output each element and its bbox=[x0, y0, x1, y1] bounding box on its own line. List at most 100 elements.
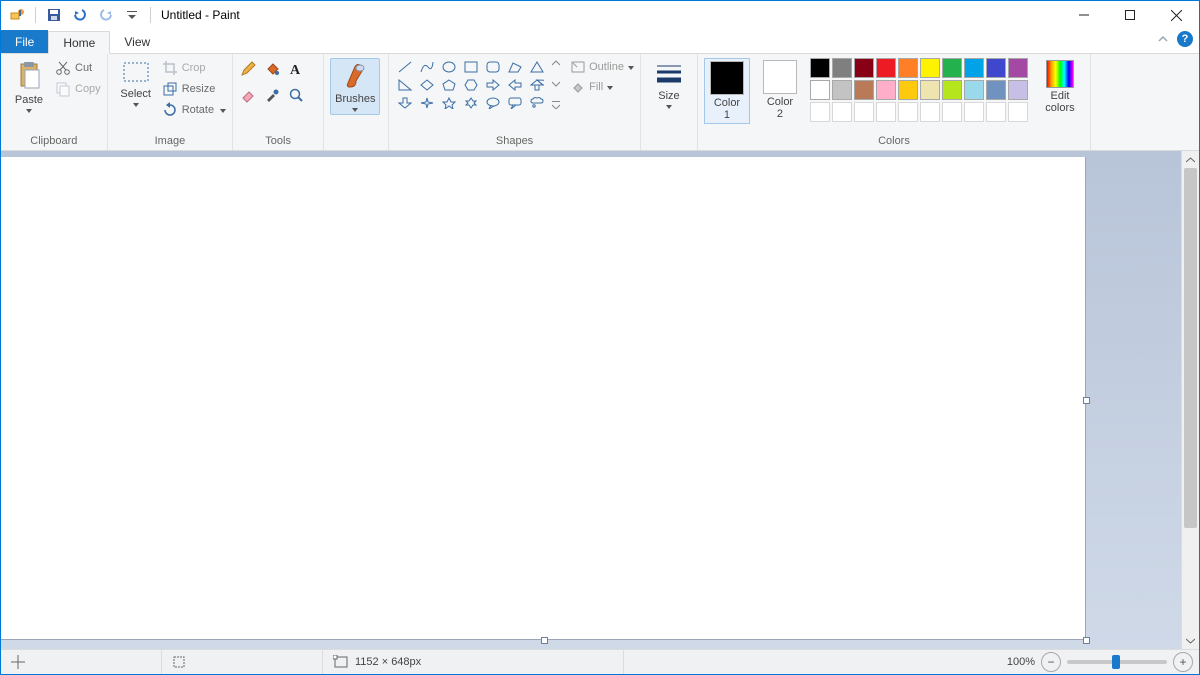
zoom-out-button[interactable]: − bbox=[1041, 652, 1061, 672]
scroll-up-icon[interactable] bbox=[1182, 151, 1199, 168]
copy-button[interactable]: Copy bbox=[55, 79, 101, 99]
color-swatch[interactable] bbox=[986, 80, 1006, 100]
shape-curve-icon[interactable] bbox=[419, 60, 435, 74]
shape-right-triangle-icon[interactable] bbox=[397, 78, 413, 92]
shape-arrow-down-icon[interactable] bbox=[397, 96, 413, 110]
color-swatch[interactable] bbox=[920, 102, 940, 122]
save-icon[interactable] bbox=[44, 5, 64, 25]
color-picker-tool-icon[interactable] bbox=[263, 86, 281, 104]
shape-star6-icon[interactable] bbox=[463, 96, 479, 110]
shapes-scroll-down-icon[interactable] bbox=[551, 79, 561, 89]
cut-button[interactable]: Cut bbox=[55, 58, 101, 78]
help-icon[interactable]: ? bbox=[1177, 31, 1193, 47]
color-swatch[interactable] bbox=[832, 80, 852, 100]
resize-handle-e[interactable] bbox=[1083, 397, 1090, 404]
shape-oval-icon[interactable] bbox=[441, 60, 457, 74]
app-icon[interactable] bbox=[7, 5, 27, 25]
color-swatch[interactable] bbox=[942, 102, 962, 122]
brushes-button[interactable]: Brushes bbox=[330, 58, 380, 115]
zoom-slider-thumb[interactable] bbox=[1112, 655, 1120, 669]
color-swatch[interactable] bbox=[898, 102, 918, 122]
magnifier-tool-icon[interactable] bbox=[287, 86, 305, 104]
rotate-button[interactable]: Rotate bbox=[162, 100, 226, 120]
fill-tool-icon[interactable] bbox=[263, 60, 281, 78]
pencil-tool-icon[interactable] bbox=[239, 60, 257, 78]
color-swatch[interactable] bbox=[964, 58, 984, 78]
shape-hexagon-icon[interactable] bbox=[463, 78, 479, 92]
color-swatch[interactable] bbox=[876, 80, 896, 100]
color-swatch[interactable] bbox=[810, 58, 830, 78]
color-swatch[interactable] bbox=[832, 58, 852, 78]
color-swatch[interactable] bbox=[898, 58, 918, 78]
resize-handle-s[interactable] bbox=[541, 637, 548, 644]
color-swatch[interactable] bbox=[964, 102, 984, 122]
color-swatch[interactable] bbox=[986, 58, 1006, 78]
color-swatch[interactable] bbox=[1008, 58, 1028, 78]
color-swatch[interactable] bbox=[810, 102, 830, 122]
shape-polygon-icon[interactable] bbox=[507, 60, 523, 74]
text-tool-icon[interactable]: A bbox=[287, 60, 305, 78]
maximize-button[interactable] bbox=[1107, 1, 1153, 29]
color1-button[interactable]: Color 1 bbox=[704, 58, 750, 124]
color-swatch[interactable] bbox=[854, 58, 874, 78]
color-swatch[interactable] bbox=[876, 58, 896, 78]
color-swatch[interactable] bbox=[920, 58, 940, 78]
tab-file[interactable]: File bbox=[1, 30, 48, 53]
shape-fill-button[interactable]: Fill bbox=[571, 78, 634, 96]
vertical-scrollbar[interactable] bbox=[1181, 151, 1199, 649]
tab-home[interactable]: Home bbox=[48, 31, 110, 54]
close-button[interactable] bbox=[1153, 1, 1199, 29]
color-swatch[interactable] bbox=[876, 102, 896, 122]
scroll-down-icon[interactable] bbox=[1182, 632, 1199, 649]
shapes-gallery[interactable] bbox=[395, 58, 549, 114]
color-swatch[interactable] bbox=[854, 80, 874, 100]
resize-handle-se[interactable] bbox=[1083, 637, 1090, 644]
paste-button[interactable]: Paste bbox=[7, 58, 51, 115]
undo-icon[interactable] bbox=[70, 5, 90, 25]
shape-star5-icon[interactable] bbox=[441, 96, 457, 110]
shape-callout-round-icon[interactable] bbox=[485, 96, 501, 110]
shape-line-icon[interactable] bbox=[397, 60, 413, 74]
shape-triangle-icon[interactable] bbox=[529, 60, 545, 74]
zoom-slider[interactable] bbox=[1067, 660, 1167, 664]
color-swatch[interactable] bbox=[964, 80, 984, 100]
select-button[interactable]: Select bbox=[114, 58, 158, 109]
shapes-expand-icon[interactable] bbox=[551, 100, 561, 110]
shape-arrow-left-icon[interactable] bbox=[507, 78, 523, 92]
shape-callout-cloud-icon[interactable] bbox=[529, 96, 545, 110]
shape-pentagon-icon[interactable] bbox=[441, 78, 457, 92]
eraser-tool-icon[interactable] bbox=[239, 86, 257, 104]
shape-arrow-up-icon[interactable] bbox=[529, 78, 545, 92]
redo-icon[interactable] bbox=[96, 5, 116, 25]
color-swatch[interactable] bbox=[898, 80, 918, 100]
color-swatch[interactable] bbox=[810, 80, 830, 100]
shape-callout-rect-icon[interactable] bbox=[507, 96, 523, 110]
color-swatch[interactable] bbox=[1008, 80, 1028, 100]
minimize-button[interactable] bbox=[1061, 1, 1107, 29]
color-swatch[interactable] bbox=[942, 80, 962, 100]
color-swatch[interactable] bbox=[986, 102, 1006, 122]
color-swatch[interactable] bbox=[832, 102, 852, 122]
scroll-thumb[interactable] bbox=[1184, 168, 1197, 528]
edit-colors-button[interactable]: Edit colors bbox=[1036, 58, 1084, 116]
zoom-in-button[interactable]: + bbox=[1173, 652, 1193, 672]
ribbon-collapse-icon[interactable] bbox=[1157, 33, 1169, 45]
color-swatch[interactable] bbox=[920, 80, 940, 100]
canvas[interactable] bbox=[1, 157, 1086, 640]
shape-roundrect-icon[interactable] bbox=[485, 60, 501, 74]
shape-diamond-icon[interactable] bbox=[419, 78, 435, 92]
shape-rect-icon[interactable] bbox=[463, 60, 479, 74]
size-button[interactable]: Size bbox=[647, 58, 691, 111]
shape-arrow-right-icon[interactable] bbox=[485, 78, 501, 92]
resize-button[interactable]: Resize bbox=[162, 79, 226, 99]
color-swatch[interactable] bbox=[942, 58, 962, 78]
color-swatch[interactable] bbox=[854, 102, 874, 122]
tab-view[interactable]: View bbox=[110, 30, 164, 53]
crop-button[interactable]: Crop bbox=[162, 58, 226, 78]
shape-outline-button[interactable]: Outline bbox=[571, 58, 634, 76]
color-swatch[interactable] bbox=[1008, 102, 1028, 122]
shapes-scroll-up-icon[interactable] bbox=[551, 58, 561, 68]
color2-button[interactable]: Color 2 bbox=[758, 58, 802, 122]
qat-customize-icon[interactable] bbox=[122, 5, 142, 25]
shape-star4-icon[interactable] bbox=[419, 96, 435, 110]
